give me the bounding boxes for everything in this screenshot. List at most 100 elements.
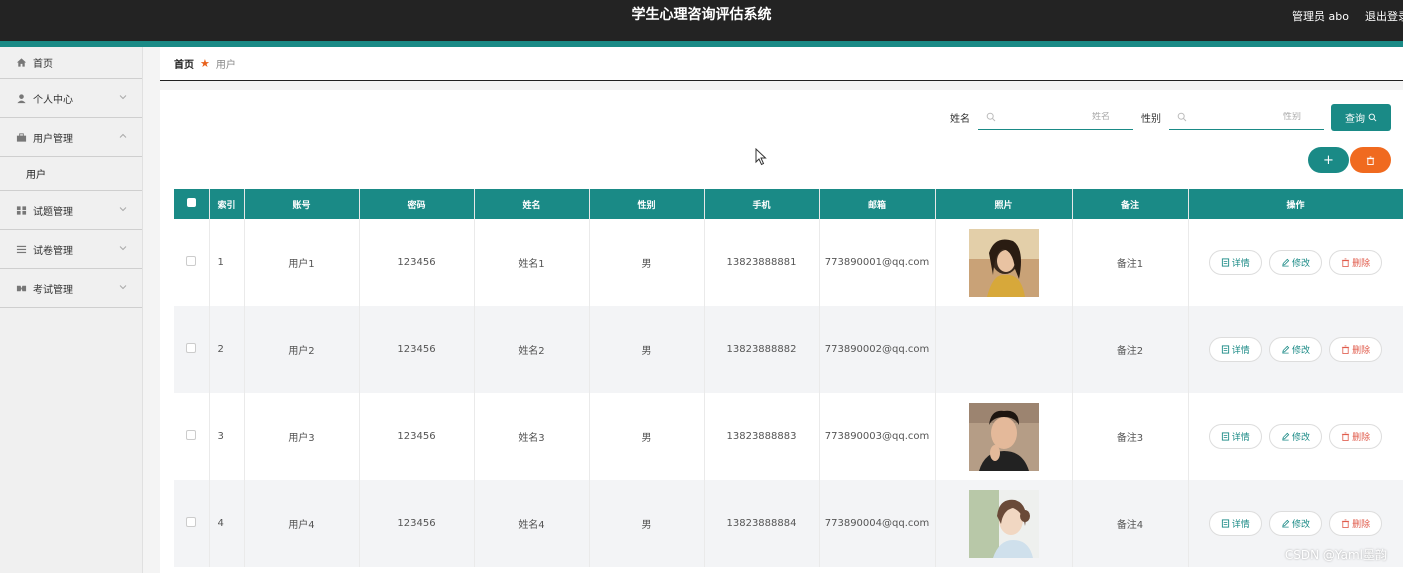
- cell-password: 123456: [359, 480, 475, 567]
- sidebar-item-user-management[interactable]: 用户管理: [0, 118, 142, 157]
- sidebar-item-exam-management[interactable]: 考试管理: [0, 269, 142, 308]
- user-photo: [968, 228, 1039, 297]
- list-icon: [15, 243, 27, 255]
- batch-delete-button[interactable]: [1350, 147, 1391, 173]
- delete-button[interactable]: 删除: [1329, 250, 1383, 275]
- sidebar-item-label: 考试管理: [33, 284, 73, 296]
- edit-button[interactable]: 修改: [1269, 424, 1322, 449]
- logout-link[interactable]: 退出登录: [1365, 8, 1403, 24]
- document-icon: [1221, 432, 1229, 441]
- column-header: 手机: [704, 189, 820, 219]
- chevron-down-icon: [119, 207, 127, 212]
- detail-button[interactable]: 详情: [1208, 424, 1262, 449]
- cell-actions: 详情 修改 删除: [1188, 219, 1403, 306]
- cell-index: 2: [209, 306, 245, 393]
- cell-name: 姓名2: [474, 306, 590, 393]
- delete-button[interactable]: 删除: [1329, 511, 1383, 536]
- app-title: 学生心理咨询评估系统: [631, 7, 772, 23]
- cell-note: 备注3: [1072, 393, 1189, 480]
- mouse-cursor-icon: [755, 148, 767, 166]
- row-checkbox[interactable]: [186, 256, 197, 266]
- table-row: 4 用户4 123456 姓名4 男 13823888884 773890004…: [174, 480, 1403, 567]
- cell-index: 3: [209, 393, 245, 480]
- select-all-cell[interactable]: [174, 189, 210, 219]
- delete-button[interactable]: 删除: [1329, 424, 1383, 449]
- detail-button[interactable]: 详情: [1208, 250, 1262, 275]
- edit-icon: [1282, 258, 1290, 267]
- user-photo: [968, 489, 1039, 558]
- edit-button[interactable]: 修改: [1269, 337, 1322, 362]
- sidebar-subitem-users[interactable]: 用户: [0, 157, 142, 191]
- trash-icon: [1342, 519, 1350, 528]
- detail-button[interactable]: 详情: [1208, 337, 1262, 362]
- watermark: CSDN @Yaml墨韵: [1284, 548, 1387, 562]
- edit-button[interactable]: 修改: [1269, 250, 1322, 275]
- column-header: 备注: [1072, 189, 1189, 219]
- main-content: 姓名 性别 查询 + 索引 账号 密码 姓名: [160, 90, 1403, 573]
- cell-email: 773890002@qq.com: [819, 306, 936, 393]
- cell-index: 4: [209, 480, 245, 567]
- cell-index: 1: [209, 219, 245, 306]
- sidebar-item-label: 试卷管理: [33, 245, 73, 257]
- cell-account: 用户3: [244, 393, 360, 480]
- search-icon: [1177, 112, 1187, 121]
- table-row: 2 用户2 123456 姓名2 男 13823888882 773890002…: [174, 306, 1403, 393]
- cell-actions: 详情 修改 删除: [1188, 393, 1403, 480]
- add-button[interactable]: +: [1308, 147, 1349, 173]
- cell-phone: 13823888882: [704, 306, 820, 393]
- sidebar-item-paper-management[interactable]: 试卷管理: [0, 230, 142, 269]
- cell-photo: [935, 393, 1073, 480]
- sidebar-item-home[interactable]: 首页: [0, 47, 142, 79]
- column-header: 邮箱: [819, 189, 936, 219]
- edit-button[interactable]: 修改: [1269, 511, 1322, 536]
- cell-email: 773890004@qq.com: [819, 480, 936, 567]
- cell-email: 773890003@qq.com: [819, 393, 936, 480]
- search-icon: [986, 112, 996, 121]
- sidebar-item-label: 试题管理: [33, 206, 73, 218]
- users-icon: [15, 131, 27, 143]
- row-checkbox[interactable]: [186, 430, 197, 440]
- delete-label: 删除: [1352, 520, 1371, 530]
- table-row: 1 用户1 123456 姓名1 男 13823888881 773890001…: [174, 219, 1403, 306]
- cell-note: 备注4: [1072, 480, 1189, 567]
- breadcrumb-home[interactable]: 首页: [174, 56, 194, 71]
- column-header: 操作: [1188, 189, 1403, 219]
- column-header: 姓名: [474, 189, 590, 219]
- document-icon: [1221, 519, 1229, 528]
- name-search: 姓名: [950, 104, 1133, 130]
- edit-label: 修改: [1291, 259, 1310, 269]
- detail-label: 详情: [1231, 259, 1250, 269]
- chevron-down-icon: [119, 246, 127, 251]
- gender-label: 性别: [1141, 113, 1161, 125]
- select-all-checkbox[interactable]: [186, 198, 196, 207]
- row-checkbox[interactable]: [186, 517, 197, 527]
- column-header: 性别: [589, 189, 705, 219]
- query-button[interactable]: 查询: [1331, 104, 1391, 131]
- chevron-down-icon: [119, 285, 127, 290]
- delete-button[interactable]: 删除: [1329, 337, 1383, 362]
- breadcrumb: 首页 ★ 用户: [160, 47, 1403, 81]
- trash-icon: [1366, 155, 1375, 165]
- cell-photo: [935, 480, 1073, 567]
- sidebar-item-question-management[interactable]: 试题管理: [0, 191, 142, 230]
- users-table: 索引 账号 密码 姓名 性别 手机 邮箱 照片 备注 操作 1 用户1 1234…: [174, 189, 1403, 567]
- sidebar-item-profile[interactable]: 个人中心: [0, 79, 142, 118]
- star-icon: ★: [200, 57, 210, 70]
- query-label: 查询: [1345, 114, 1365, 125]
- cell-account: 用户4: [244, 480, 360, 567]
- delete-label: 删除: [1352, 433, 1371, 443]
- cell-password: 123456: [359, 393, 475, 480]
- document-icon: [1221, 345, 1229, 354]
- name-field-wrapper: [978, 104, 1133, 130]
- name-input[interactable]: [996, 111, 1116, 122]
- gender-field-wrapper: [1169, 104, 1324, 130]
- cell-password: 123456: [359, 219, 475, 306]
- grid-icon: [15, 204, 27, 216]
- cell-note: 备注1: [1072, 219, 1189, 306]
- cell-note: 备注2: [1072, 306, 1189, 393]
- row-checkbox[interactable]: [186, 343, 197, 353]
- gender-input[interactable]: [1187, 111, 1307, 122]
- cell-account: 用户1: [244, 219, 360, 306]
- detail-button[interactable]: 详情: [1208, 511, 1262, 536]
- edit-label: 修改: [1291, 520, 1310, 530]
